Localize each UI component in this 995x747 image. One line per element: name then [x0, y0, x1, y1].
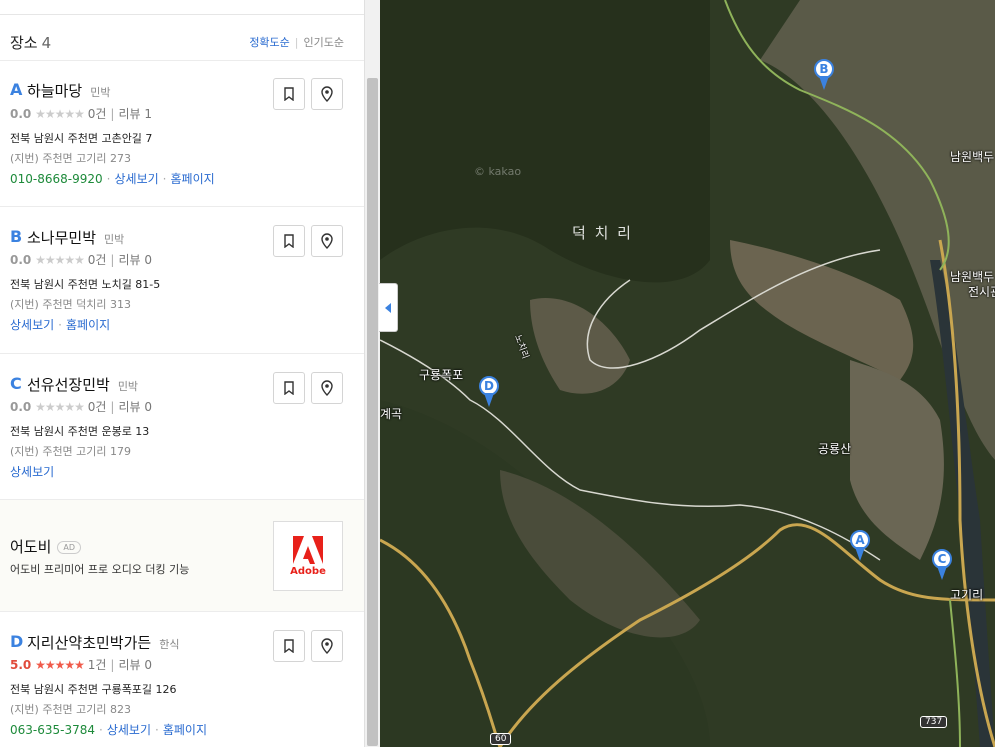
- ad-badge: AD: [57, 541, 82, 554]
- phone-number[interactable]: 063-635-3784: [10, 723, 95, 737]
- bookmark-button[interactable]: [273, 372, 305, 404]
- place-marker: D: [10, 632, 24, 651]
- stars: ★★★★★: [35, 253, 85, 267]
- road-address: 전북 남원시 주천면 구룡폭포길 126: [10, 683, 177, 696]
- place-name[interactable]: 소나무민박 민박: [27, 227, 124, 248]
- place-category: 민박: [104, 233, 125, 246]
- bookmark-icon: [284, 639, 294, 653]
- place-list-panel: 장소 4 정확도순 | 인기도순 A 하늘마당 민박 0.0 ★★★★★ 0건 | 리뷰 1…: [0, 0, 364, 747]
- sort-popularity[interactable]: 인기도순: [304, 36, 344, 49]
- ad-name[interactable]: 어도비 AD: [10, 536, 82, 557]
- sort-accuracy[interactable]: 정확도순: [249, 36, 289, 49]
- jibun-address: (지번) 주천면 고기리 273: [10, 152, 132, 165]
- place-category: 민박: [90, 86, 111, 99]
- review-link[interactable]: 리뷰 0: [118, 658, 152, 672]
- map-pin-d[interactable]: D: [477, 376, 501, 410]
- jibun-address: (지번) 주천면 고기리 179: [10, 445, 132, 458]
- jibun-address: (지번) 주천면 고기리 823: [10, 703, 132, 716]
- ad-item[interactable]: 어도비 AD 어도비 프리미어 프로 오디오 더킹 기능 Adobe: [0, 499, 364, 611]
- namwon-label-1: 남원백두: [950, 150, 995, 164]
- list-header: 장소 4: [10, 32, 51, 53]
- bookmark-button[interactable]: [273, 78, 305, 110]
- waterfall-label: 구룡폭포: [419, 368, 464, 382]
- rating: 0.0 ★★★★★ 0건 | 리뷰 1: [10, 107, 152, 121]
- rating: 5.0 ★★★★★ 1건 | 리뷰 0: [10, 658, 152, 672]
- place-name[interactable]: 선유선장민박 민박: [27, 374, 138, 395]
- place-marker: A: [10, 80, 23, 99]
- exhibition-label: 전시관: [968, 285, 995, 299]
- list-title: 장소: [10, 34, 38, 52]
- directions-button[interactable]: [311, 372, 343, 404]
- location-pin-icon: [321, 233, 333, 249]
- directions-button[interactable]: [311, 225, 343, 257]
- chevron-left-icon: [385, 302, 391, 313]
- place-marker: C: [10, 374, 22, 393]
- route-shield-737: 737: [920, 716, 948, 728]
- rating: 0.0 ★★★★★ 0건 | 리뷰 0: [10, 253, 152, 267]
- directions-button[interactable]: [311, 78, 343, 110]
- place-name[interactable]: 하늘마당 민박: [27, 80, 110, 101]
- detail-link[interactable]: 상세보기: [114, 172, 158, 186]
- satellite-map[interactable]: 덕 치 리 © kakao 구룡폭포 계곡 공룡산 고기리 남원백두 남원백두 …: [380, 0, 995, 747]
- place-item-d[interactable]: D 지리산약초민박가든 한식 5.0 ★★★★★ 1건 | 리뷰 0 전북 남원시 주…: [0, 611, 364, 747]
- road-address: 전북 남원시 주천면 노치길 81-5: [10, 278, 161, 291]
- village-label: 덕 치 리: [572, 224, 633, 242]
- place-category: 한식: [159, 638, 180, 651]
- homepage-link[interactable]: 홈페이지: [163, 723, 207, 737]
- detail-link[interactable]: 상세보기: [10, 318, 54, 332]
- location-pin-icon: [321, 638, 333, 654]
- gogiri-label: 고기리: [950, 588, 984, 602]
- directions-button[interactable]: [311, 630, 343, 662]
- place-item-a[interactable]: A 하늘마당 민박 0.0 ★★★★★ 0건 | 리뷰 1 전북 남원시 주천면 고촌…: [0, 60, 364, 206]
- bookmark-icon: [284, 381, 294, 395]
- adobe-logo-icon: [293, 535, 323, 564]
- review-link[interactable]: 리뷰 0: [118, 253, 152, 267]
- place-item-c[interactable]: C 선유선장민박 민박 0.0 ★★★★★ 0건 | 리뷰 0 전북 남원시 주천면 …: [0, 353, 364, 499]
- stars: ★★★★★: [35, 400, 85, 414]
- adobe-logo[interactable]: Adobe: [273, 521, 343, 591]
- map-pin-c[interactable]: C: [930, 549, 954, 583]
- review-link[interactable]: 리뷰 0: [118, 400, 152, 414]
- map-watermark: © kakao: [474, 165, 522, 178]
- stars: ★★★★★: [35, 658, 85, 672]
- result-count: 4: [41, 34, 52, 52]
- panel-collapse-handle[interactable]: [379, 283, 398, 332]
- bookmark-icon: [284, 87, 294, 101]
- detail-link[interactable]: 상세보기: [10, 465, 54, 479]
- place-item-b[interactable]: B 소나무민박 민박 0.0 ★★★★★ 0건 | 리뷰 0 전북 남원시 주천면 노…: [0, 206, 364, 353]
- stars: ★★★★★: [35, 107, 85, 121]
- ad-description: 어도비 프리미어 프로 오디오 더킹 기능: [10, 563, 190, 576]
- bookmark-button[interactable]: [273, 225, 305, 257]
- scrollbar-thumb[interactable]: [367, 78, 378, 746]
- review-link[interactable]: 리뷰 1: [118, 107, 152, 121]
- location-pin-icon: [321, 380, 333, 396]
- bookmark-button[interactable]: [273, 630, 305, 662]
- sort-options: 정확도순 | 인기도순: [249, 36, 344, 49]
- phone-number[interactable]: 010-8668-9920: [10, 172, 103, 186]
- homepage-link[interactable]: 홈페이지: [66, 318, 110, 332]
- place-marker: B: [10, 227, 23, 246]
- map-pin-a[interactable]: A: [848, 530, 872, 564]
- place-category: 민박: [117, 380, 139, 393]
- map-pin-b[interactable]: B: [812, 59, 836, 93]
- road-address: 전북 남원시 주천면 고촌안길 7: [10, 132, 153, 145]
- valley-label: 계곡: [380, 407, 403, 421]
- road-address: 전북 남원시 주천면 운봉로 13: [10, 425, 150, 438]
- jibun-address: (지번) 주천면 덕치리 313: [10, 298, 132, 311]
- search-strip: [0, 0, 364, 15]
- place-name[interactable]: 지리산약초민박가든 한식: [27, 632, 179, 653]
- mountain-label: 공룡산: [818, 442, 852, 456]
- bookmark-icon: [284, 234, 294, 248]
- logo-text: Adobe: [290, 565, 326, 577]
- detail-link[interactable]: 상세보기: [107, 723, 151, 737]
- homepage-link[interactable]: 홈페이지: [170, 172, 214, 186]
- route-shield-60: 60: [490, 733, 512, 745]
- satellite-imagery: [380, 0, 995, 747]
- location-pin-icon: [321, 86, 333, 102]
- rating: 0.0 ★★★★★ 0건 | 리뷰 0: [10, 400, 152, 414]
